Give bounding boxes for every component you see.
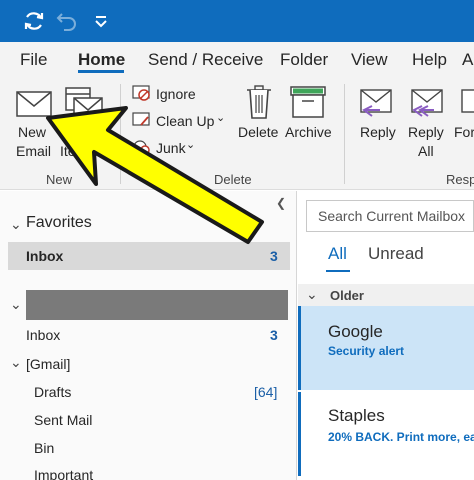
customize-toolbar-icon[interactable]	[89, 9, 113, 33]
ignore-icon	[132, 85, 150, 101]
forward-icon	[461, 89, 474, 113]
archive-label: Archive	[285, 124, 332, 140]
filter-unread-tab[interactable]: Unread	[368, 244, 424, 264]
title-bar	[0, 0, 474, 42]
group-label-new: New	[46, 172, 73, 187]
trash-icon	[247, 85, 271, 119]
undo-icon[interactable]	[55, 9, 79, 33]
message-sender: Google	[328, 322, 383, 341]
tab-home[interactable]: Home	[78, 50, 125, 70]
folder-inbox-label: Inbox	[26, 327, 61, 343]
message-subject: 20% BACK. Print more, ea	[328, 430, 474, 444]
group-label-delete: Delete	[214, 172, 252, 187]
tab-folder[interactable]: Folder	[280, 50, 328, 70]
ribbon-separator	[120, 84, 121, 184]
junk-dropdown-icon[interactable]: ⌄	[186, 138, 195, 151]
new-email-label-2: Email	[16, 143, 52, 159]
search-placeholder: Search Current Mailbox	[318, 208, 466, 224]
archive-icon	[290, 86, 326, 118]
ignore-label: Ignore	[156, 86, 196, 102]
new-items-label: Ite	[60, 143, 76, 159]
message-sender: Staples	[328, 406, 385, 425]
favorites-inbox-count: 3	[270, 248, 278, 264]
sync-icon[interactable]	[22, 9, 46, 33]
folder-drafts-label: Drafts	[34, 384, 72, 400]
active-tab-indicator	[78, 70, 124, 73]
clean-up-dropdown-icon[interactable]: ⌄	[216, 111, 225, 124]
delete-label: Delete	[238, 124, 279, 140]
reply-icon	[360, 89, 392, 117]
reply-all-label-1: Reply	[408, 124, 444, 140]
forward-label: For	[454, 124, 474, 140]
group-header-older[interactable]	[298, 284, 474, 306]
favorites-header[interactable]: Favorites	[26, 214, 92, 232]
folder-important[interactable]: Important	[34, 467, 93, 480]
tab-help[interactable]: Help	[412, 50, 447, 70]
junk-label: Junk	[156, 140, 186, 156]
tab-send-receive[interactable]: Send / Receive	[148, 50, 263, 70]
clean-up-label: Clean Up	[156, 113, 215, 129]
tab-file[interactable]: File	[20, 50, 47, 70]
filter-all-indicator	[326, 270, 350, 272]
folder-inbox-count: 3	[270, 327, 278, 343]
message-subject: Security alert	[328, 344, 405, 358]
envelope-icon	[16, 91, 52, 117]
folder-sent-mail[interactable]: Sent Mail	[34, 412, 92, 428]
clean-up-icon	[132, 112, 150, 126]
folder-drafts-count: [64]	[254, 384, 278, 400]
chevron-down-icon[interactable]: ⌄	[306, 286, 318, 303]
chevron-down-icon[interactable]: ⌄	[10, 216, 22, 233]
group-label-respond: Resp	[446, 172, 474, 187]
chevron-down-icon[interactable]: ⌄	[10, 354, 22, 371]
filter-all-tab[interactable]: All	[328, 244, 347, 264]
junk-icon	[133, 140, 150, 155]
account-name-redacted[interactable]	[26, 290, 288, 320]
chevron-down-icon[interactable]: ⌄	[10, 296, 22, 313]
group-header-label: Older	[330, 288, 364, 303]
ribbon-separator	[344, 84, 345, 184]
reply-label: Reply	[360, 124, 396, 140]
new-items-icon	[65, 87, 103, 121]
tab-view[interactable]: View	[351, 50, 388, 70]
new-email-label-1: New	[18, 124, 47, 140]
favorites-inbox-label: Inbox	[26, 248, 64, 264]
tab-add-ins[interactable]: Ad	[462, 50, 474, 70]
reply-all-icon	[411, 89, 443, 117]
folder-gmail[interactable]: [Gmail]	[26, 356, 70, 372]
collapse-pane-icon[interactable]: ❮	[276, 196, 286, 210]
reply-all-label-2: All	[418, 143, 434, 159]
folder-bin[interactable]: Bin	[34, 440, 54, 456]
